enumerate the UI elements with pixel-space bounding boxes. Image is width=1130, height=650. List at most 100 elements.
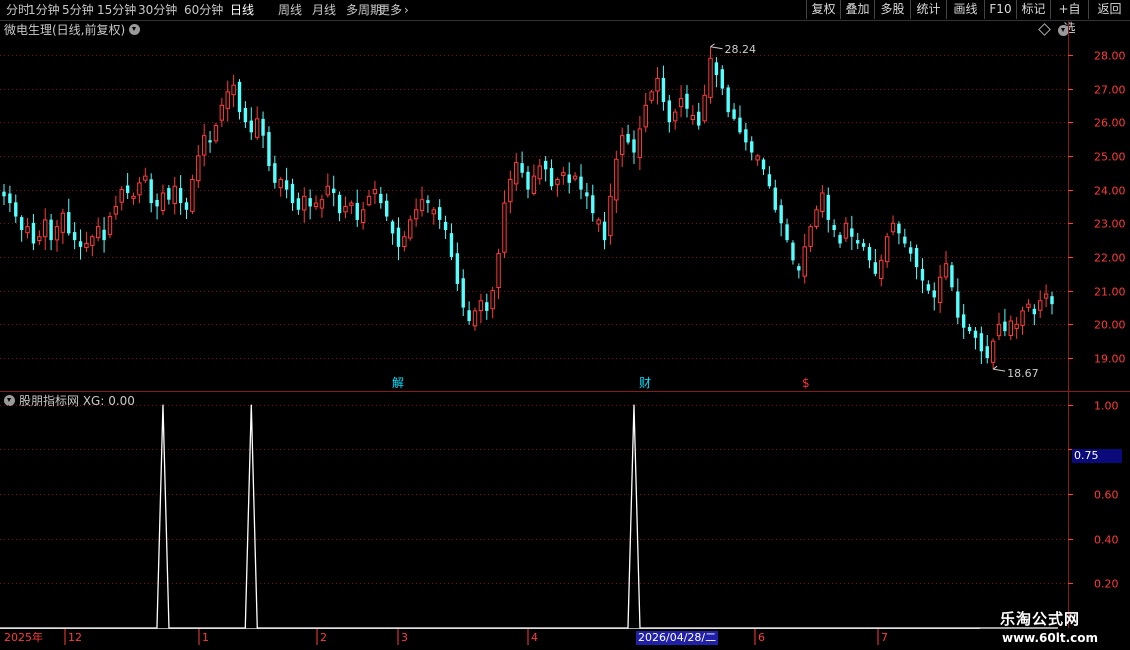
candle-up — [608, 195, 613, 237]
candle-up — [302, 195, 307, 211]
kline-chart[interactable]: 19.0020.0021.0022.0023.0024.0025.0026.00… — [0, 0, 1130, 650]
candle-down — [102, 229, 106, 241]
candle-down — [31, 222, 36, 244]
watermark-title: 乐淘公式网 — [1000, 610, 1081, 628]
date-axis-label: 6 — [758, 631, 765, 644]
candle-down — [632, 139, 636, 153]
candle-up — [1008, 320, 1013, 336]
candle-up — [820, 192, 825, 213]
candle-up — [814, 209, 819, 227]
candle-down — [720, 69, 724, 89]
candle-down — [903, 236, 907, 244]
candle-up — [60, 212, 66, 233]
event-marker-2[interactable]: $ — [802, 376, 810, 390]
candle-up — [190, 178, 195, 212]
candle-down — [832, 225, 836, 231]
candle-down — [973, 330, 978, 338]
price-tick-label: 27.00 — [1094, 84, 1126, 97]
candle-down — [178, 188, 183, 204]
candle-down — [426, 200, 430, 204]
candle-up — [325, 185, 331, 196]
candle-up — [472, 310, 478, 327]
candle-up — [478, 300, 484, 312]
xg-indicator-line — [0, 404, 1058, 629]
candle-down — [396, 227, 401, 247]
candle-down — [526, 171, 530, 190]
candle-down — [967, 327, 972, 332]
candle-up — [508, 178, 513, 203]
candle-down — [773, 187, 777, 210]
candle-up — [996, 323, 1002, 337]
candle-down — [125, 185, 130, 193]
date-axis-label: 3 — [401, 631, 408, 644]
candle-down — [750, 141, 754, 153]
candle-up — [90, 236, 95, 246]
high-price-label: 28.24 — [725, 43, 757, 56]
date-axis-label: 7 — [881, 631, 888, 644]
candle-up — [690, 114, 696, 121]
candle-down — [379, 193, 383, 204]
candle-up — [160, 192, 166, 212]
candle-up — [37, 236, 42, 242]
candle-up — [402, 236, 407, 248]
candle-up — [107, 216, 113, 235]
candle-down — [661, 77, 666, 103]
candle-up — [643, 104, 648, 128]
candle-down — [897, 223, 901, 234]
candle-down — [237, 81, 242, 113]
price-tick-label: 28.00 — [1094, 50, 1126, 63]
candle-down — [567, 174, 571, 183]
candle-down — [2, 191, 6, 197]
candle-down — [791, 242, 795, 261]
candle-down — [208, 140, 212, 143]
candle-down — [585, 192, 589, 197]
candle-up — [413, 209, 419, 220]
candle-up — [655, 77, 660, 92]
event-marker-0[interactable]: 解 — [392, 376, 404, 390]
candle-down — [591, 195, 595, 214]
candle-down — [249, 120, 253, 133]
candle-up — [43, 219, 48, 238]
candle-down — [78, 241, 83, 247]
candle-down — [697, 111, 701, 126]
candle-up — [219, 104, 225, 121]
candle-up — [349, 202, 354, 206]
candle-up — [514, 162, 519, 185]
candle-down — [950, 265, 954, 288]
candle-up — [708, 57, 713, 98]
candle-down — [384, 200, 389, 217]
candle-up — [937, 276, 943, 304]
event-marker-1[interactable]: 财 — [639, 376, 651, 390]
candle-down — [14, 202, 18, 217]
candle-down — [920, 269, 925, 281]
candle-down — [785, 224, 789, 241]
cursor-date-label: 2026/04/28/二 — [636, 631, 719, 645]
high-marker — [710, 43, 723, 50]
candle-up — [366, 195, 372, 206]
candle-down — [838, 234, 842, 244]
candle-down — [1050, 296, 1054, 305]
candle-down — [72, 232, 77, 241]
candle-up — [278, 178, 283, 189]
candle-down — [797, 266, 801, 271]
candle-up — [1038, 300, 1043, 311]
price-tick-label: 24.00 — [1094, 185, 1126, 198]
date-axis-label: 4 — [531, 631, 538, 644]
candle-down — [726, 87, 730, 113]
candle-down — [1003, 321, 1007, 332]
candle-down — [308, 198, 312, 207]
candle-down — [926, 284, 931, 291]
candle-down — [1032, 308, 1037, 315]
candle-down — [738, 117, 742, 133]
candle-up — [1026, 303, 1031, 308]
candle-down — [261, 118, 265, 136]
candle-down — [932, 290, 936, 298]
candle-up — [254, 118, 260, 138]
candle-down — [856, 240, 860, 244]
candle-up — [119, 189, 124, 203]
candle-down — [979, 333, 984, 352]
candle-up — [620, 135, 625, 155]
candle-up — [319, 199, 325, 209]
price-tick-label: 22.00 — [1094, 252, 1126, 265]
candle-down — [961, 314, 966, 328]
